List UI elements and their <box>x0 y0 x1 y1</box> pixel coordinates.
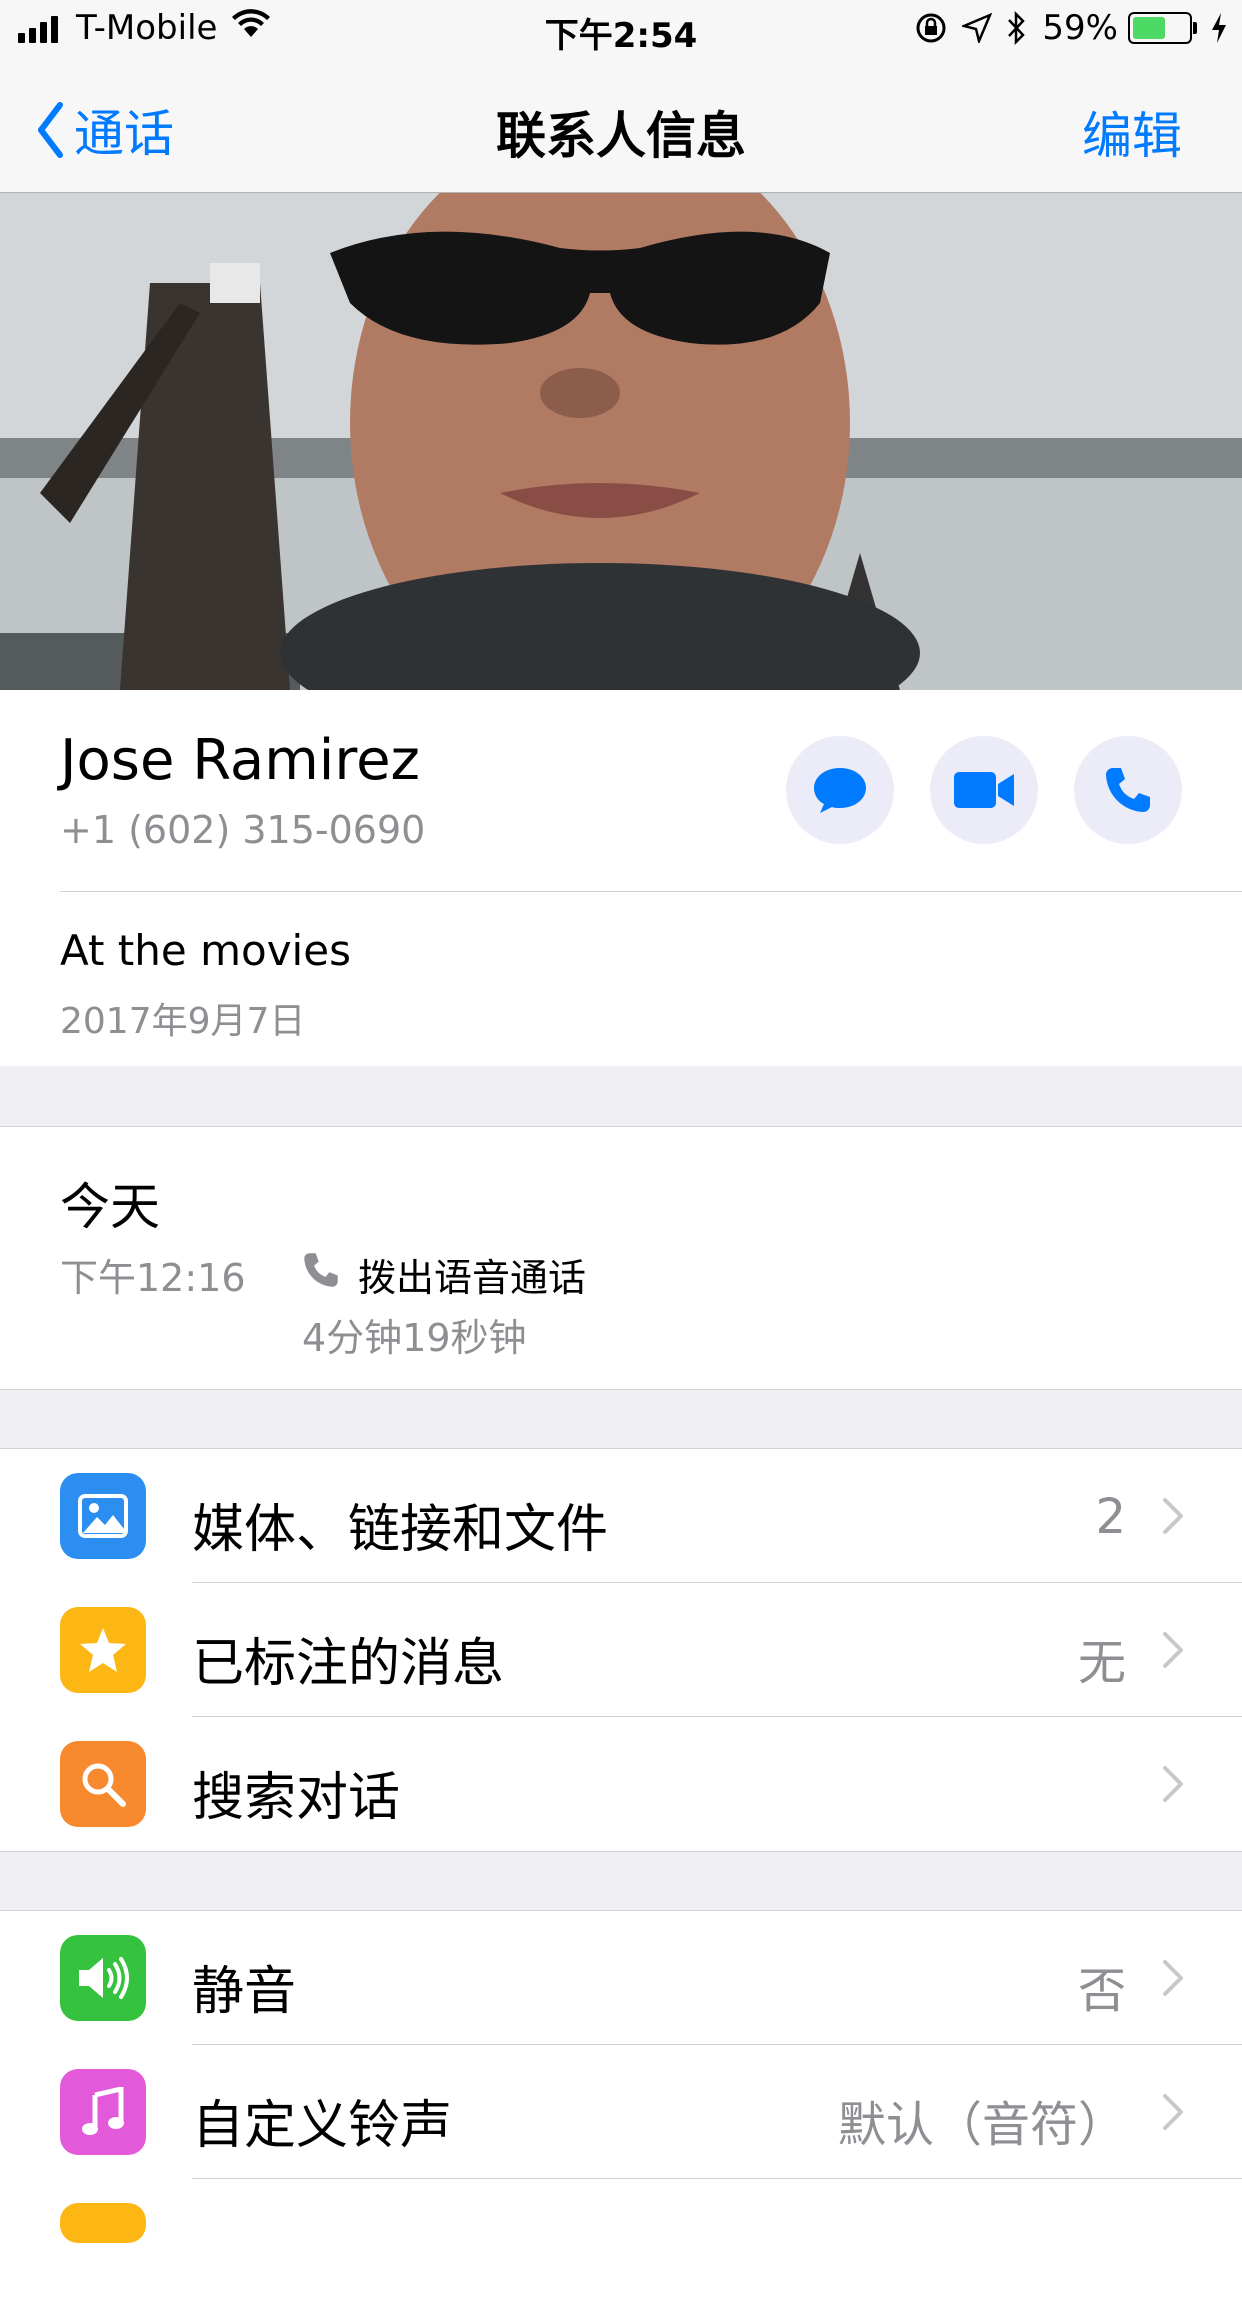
page-title: 联系人信息 <box>496 107 746 165</box>
media-links-files-row[interactable]: 媒体、链接和文件 2 <box>0 1449 1242 1583</box>
contact-status: At the movies <box>60 926 351 975</box>
row-label: 自定义铃声 <box>192 2096 453 2156</box>
chevron-right-icon <box>1163 2094 1183 2130</box>
row-label: 静音 <box>192 1962 297 2022</box>
call-type: 拨出语音通话 <box>358 1256 587 1300</box>
chevron-right-icon <box>1163 1766 1183 1802</box>
row-value: 2 <box>1095 1489 1126 1545</box>
location-arrow-icon <box>962 13 993 43</box>
charging-bolt-icon <box>1210 12 1228 44</box>
row-label: 搜索对话 <box>192 1768 401 1828</box>
contact-name: Jose Ramirez <box>60 728 420 793</box>
music-note-icon <box>60 2069 146 2155</box>
search-conversation-row[interactable]: 搜索对话 <box>0 1717 1242 1851</box>
starred-messages-row[interactable]: 已标注的消息 无 <box>0 1583 1242 1717</box>
phone-icon <box>302 1251 340 1293</box>
status-bar: T-Mobile 下午2:54 59% <box>0 0 1242 60</box>
search-icon <box>60 1741 146 1827</box>
row-value: 无 <box>1077 1635 1126 1691</box>
call-history-day: 今天 <box>60 1178 160 1236</box>
partial-settings-row[interactable] <box>0 2179 1242 2313</box>
call-duration: 4分钟19秒钟 <box>302 1316 527 1360</box>
media-settings-group: 媒体、链接和文件 2 已标注的消息 无 搜索对话 <box>0 1448 1242 1852</box>
phone-icon <box>1106 768 1150 812</box>
chevron-right-icon <box>1163 1960 1183 1996</box>
call-time: 下午12:16 <box>60 1256 246 1300</box>
row-value: 否 <box>1077 1963 1126 2019</box>
mute-row[interactable]: 静音 否 <box>0 1911 1242 2045</box>
star-icon <box>60 1607 146 1693</box>
row-value: 默认（音符） <box>837 2097 1126 2153</box>
speaker-icon <box>60 1935 146 2021</box>
contact-card: Jose Ramirez +1 (602) 315-0690 At the mo… <box>0 690 1242 1066</box>
row-icon-partial <box>60 2203 146 2243</box>
message-button[interactable] <box>786 736 894 844</box>
contact-phone[interactable]: +1 (602) 315-0690 <box>60 808 425 852</box>
battery-icon <box>1128 12 1197 44</box>
row-label: 已标注的消息 <box>192 1634 505 1694</box>
notification-settings-group: 静音 否 自定义铃声 默认（音符） <box>0 1910 1242 2313</box>
contact-photo[interactable] <box>0 193 1242 690</box>
video-call-button[interactable] <box>930 736 1038 844</box>
video-icon <box>954 772 1014 808</box>
divider <box>60 891 1242 892</box>
battery-percent: 59% <box>1042 8 1118 48</box>
voice-call-button[interactable] <box>1074 736 1182 844</box>
chevron-right-icon <box>1163 1632 1183 1668</box>
orientation-lock-icon <box>914 11 948 45</box>
contact-status-date: 2017年9月7日 <box>60 1001 306 1042</box>
custom-ringtone-row[interactable]: 自定义铃声 默认（音符） <box>0 2045 1242 2179</box>
photo-icon <box>60 1473 146 1559</box>
bluetooth-icon <box>1006 11 1028 45</box>
chevron-right-icon <box>1163 1498 1183 1534</box>
status-right: 59% <box>900 8 1228 48</box>
call-history: 今天 下午12:16 拨出语音通话 4分钟19秒钟 <box>0 1126 1242 1390</box>
edit-button[interactable]: 编辑 <box>1082 96 1182 168</box>
navigation-bar: 通话 联系人信息 编辑 <box>0 60 1242 193</box>
message-icon <box>814 768 866 813</box>
row-label: 媒体、链接和文件 <box>192 1500 609 1560</box>
battery-level-fill <box>1133 17 1165 39</box>
